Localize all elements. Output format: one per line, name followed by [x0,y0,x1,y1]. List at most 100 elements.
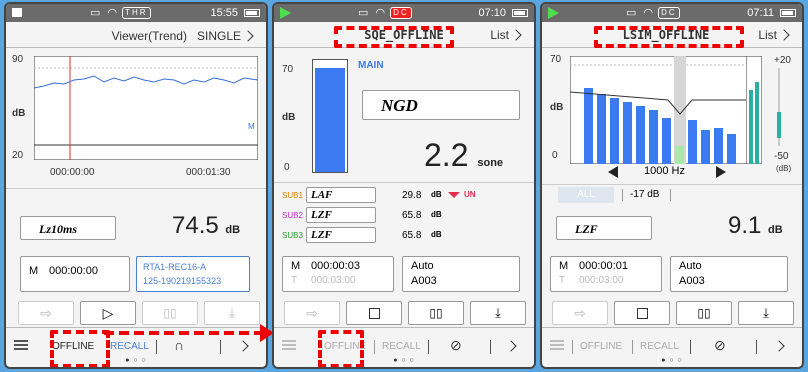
meter-label-box[interactable]: LZF [556,216,652,240]
status-tag: THR [122,7,151,19]
sub-row-2[interactable]: SUB2 LZF 65.8 dB [274,207,534,227]
stop-button[interactable] [346,301,402,325]
sub-label-box: LAF [306,187,376,203]
menu-icon[interactable] [282,340,296,350]
next-band-icon[interactable] [716,166,726,178]
stop-button[interactable] [614,301,670,325]
sub-row-3[interactable]: SUB3 LZF 65.8 dB [274,227,534,247]
time-start: 000:00:00 [50,167,95,178]
y-axis-label: dB [550,102,564,113]
offset-tab[interactable]: -17 dB [630,189,659,200]
chevron-right-icon [510,29,522,41]
file-line2: 125-190219155323 [143,276,222,286]
meter-value: 9.1 dB [728,212,783,240]
recall-tab[interactable]: RECALL [640,341,679,352]
ngd-box[interactable]: NGD [362,90,520,120]
y-max-label: 70 [550,54,562,65]
sub-label-box: LZF [306,227,376,243]
clock: 07:11 [747,7,774,19]
m-label: M [559,260,569,272]
recall-tab[interactable]: RECALL [382,341,421,352]
chevron-right-icon [778,29,790,41]
next-icon[interactable] [505,340,517,352]
header-button[interactable]: Viewer(Trend) SINGLE [111,29,254,43]
y-axis-label: dB [12,108,26,119]
meter-label: LZF [575,222,598,236]
list-button[interactable]: List [758,28,790,42]
clock: 15:55 [210,7,238,19]
under-arrow-icon [448,192,460,198]
sub-label: LZF [311,229,332,241]
offset-slider[interactable] [777,68,781,146]
separator [690,340,691,354]
separator [632,340,633,354]
download-button[interactable]: ⤓ [738,301,794,325]
prev-band-icon[interactable] [608,166,618,178]
sub-value: 65.8 [402,210,422,221]
file-box[interactable]: RTA1-REC16-A 125-190219155323 [136,256,250,292]
download-icon: ⤓ [229,305,235,320]
sone-value: 2.2 sone [424,137,503,174]
battery-icon [244,9,260,17]
separator [374,340,375,354]
page-dots: ● ○ ○ [661,357,683,364]
m-label: M [291,260,301,272]
status-bar: ▭ ◠ DC 07:10 [274,4,534,22]
rewind-button[interactable]: ⇨ [284,301,340,325]
stop-icon [368,307,380,319]
sub-unit: dB [431,230,442,239]
y-min-label: 0 [552,150,558,161]
menu-icon[interactable] [550,340,564,350]
sub-tag: SUB3 [282,231,303,240]
pause-button[interactable]: ▯▯ [676,301,732,325]
screen-sqe-offline: ▭ ◠ DC 07:10 SQE_OFFLINE List 70 dB 0 MAI… [272,2,536,369]
band-freq: 1000 Hz [644,165,685,177]
t-time: 000:03:00 [579,275,624,286]
all-tab[interactable]: ALL [558,187,614,203]
menu-icon[interactable] [14,340,28,350]
t-time: 000:03:00 [311,275,356,286]
status-icons: ▭ ◠ THR [90,6,151,19]
sone-number: 2.2 [424,137,469,173]
header-title: Viewer(Trend) [111,29,187,43]
record-box[interactable]: Auto A003 [670,256,788,292]
marker-time-box: M 000:00:00 [20,256,130,292]
sub-row-1[interactable]: SUB1 LAF 29.8 dB UN [274,187,534,207]
sub-tag: SUB1 [282,191,303,200]
pause-button[interactable]: ▯▯ [408,301,464,325]
y-max-label: 70 [282,64,294,75]
main-level-fill [315,67,345,172]
list-button[interactable]: List [490,28,522,42]
play-icon: ▷ [102,304,114,321]
separator [670,189,671,201]
rewind-button[interactable]: ⇨ [18,301,74,325]
download-button[interactable]: ⤓ [470,301,526,325]
band-chart[interactable] [570,56,748,164]
highlight-offline [318,330,364,367]
status-bar: ▭ ◠ DC 07:11 [542,4,802,22]
marker-label: M [248,122,255,131]
headphone-muted-icon[interactable]: ⊘ [714,337,726,354]
sone-unit: sone [477,157,504,169]
meter-label-box[interactable]: Lz10ms [20,216,116,240]
trend-graph[interactable] [34,56,258,160]
file-label: A003 [411,275,437,287]
meter-label: Lz10ms [39,222,78,236]
separator [490,340,491,354]
record-box[interactable]: Auto A003 [402,256,520,292]
pause-icon: ▯▯ [697,306,711,320]
transition-arrow [104,324,274,342]
sub-label: LZF [311,209,332,221]
m-label: M [29,265,39,277]
m-time: 000:00:00 [49,265,98,277]
rewind-button[interactable]: ⇨ [552,301,608,325]
headphone-muted-icon[interactable]: ⊘ [450,337,462,354]
status-tag: DC [658,7,680,19]
pause-icon: ▯▯ [163,306,177,320]
sub-value: 65.8 [402,230,422,241]
next-icon[interactable] [773,340,785,352]
highlight-title [334,26,454,48]
status-icons: ▭ ◠ DC [358,6,412,19]
offline-tab[interactable]: OFFLINE [580,341,622,352]
stop-indicator-icon [12,8,22,17]
